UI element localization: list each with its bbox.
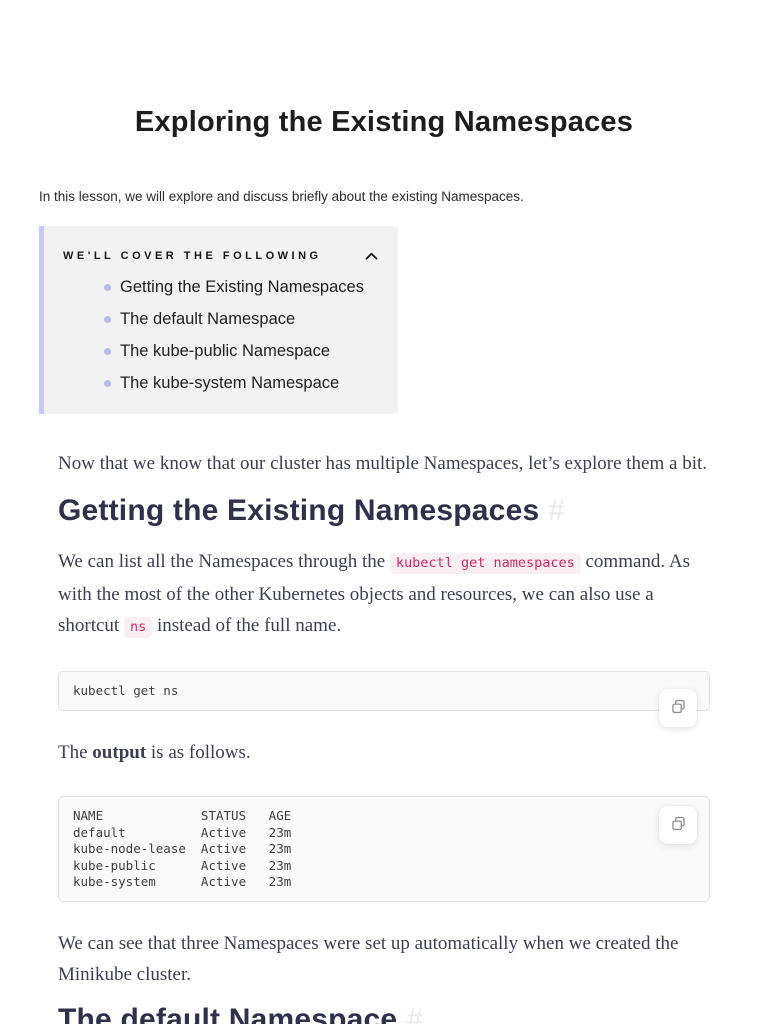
heading-anchor-link[interactable]: # (406, 1003, 423, 1024)
inline-code: kubectl get namespaces (389, 553, 581, 574)
copy-button[interactable] (659, 689, 697, 728)
intro-paragraph: In this lesson, we will explore and disc… (39, 189, 524, 204)
code-text: kubectl get ns (73, 683, 179, 698)
copy-button[interactable] (659, 806, 697, 845)
section-heading-text: The default Namespace (58, 1003, 398, 1024)
toc-item[interactable]: The default Namespace (104, 310, 380, 329)
copy-icon (669, 697, 688, 719)
toc-item[interactable]: The kube-system Namespace (104, 374, 380, 393)
paragraph: We can see that three Namespaces were se… (58, 933, 679, 986)
paragraph-text: instead of the full name. (152, 615, 342, 636)
toc-list: Getting the Existing Namespaces The defa… (63, 278, 380, 393)
chevron-up-icon[interactable] (362, 247, 380, 265)
lesson-page: Exploring the Existing Namespaces In thi… (0, 0, 768, 1024)
paragraph-text: We can list all the Namespaces through t… (58, 551, 390, 572)
inline-code: ns (123, 617, 153, 638)
copy-icon (669, 814, 688, 836)
toc-header[interactable]: WE'LL COVER THE FOLLOWING (63, 247, 380, 265)
section-heading: Getting the Existing Namespaces # (58, 491, 710, 530)
paragraph: We can list all the Namespaces through t… (58, 546, 710, 643)
command-code-block: kubectl get ns (58, 671, 710, 728)
paragraph: Now that we know that our cluster has mu… (58, 453, 707, 474)
toc-item[interactable]: The kube-public Namespace (104, 342, 380, 361)
paragraph-text: The (58, 742, 93, 764)
bold-text: output (92, 742, 147, 764)
paragraph: The output is as follows. (58, 737, 710, 768)
toc-header-label: WE'LL COVER THE FOLLOWING (63, 250, 322, 262)
heading-anchor-link[interactable]: # (548, 494, 565, 527)
section-heading: The default Namespace # (58, 1000, 710, 1024)
paragraph-text: is as follows. (146, 742, 251, 764)
section-heading-text: Getting the Existing Namespaces (58, 494, 540, 527)
toc-item[interactable]: Getting the Existing Namespaces (104, 278, 380, 297)
lesson-content: Now that we know that our cluster has mu… (0, 448, 768, 1024)
toc-widget: WE'LL COVER THE FOLLOWING Getting the Ex… (39, 226, 398, 414)
output-code-block: NAME STATUS AGE default Active 23m kube-… (58, 796, 710, 903)
page-title: Exploring the Existing Namespaces (134, 106, 634, 138)
code-output-text: NAME STATUS AGE default Active 23m kube-… (73, 808, 292, 890)
